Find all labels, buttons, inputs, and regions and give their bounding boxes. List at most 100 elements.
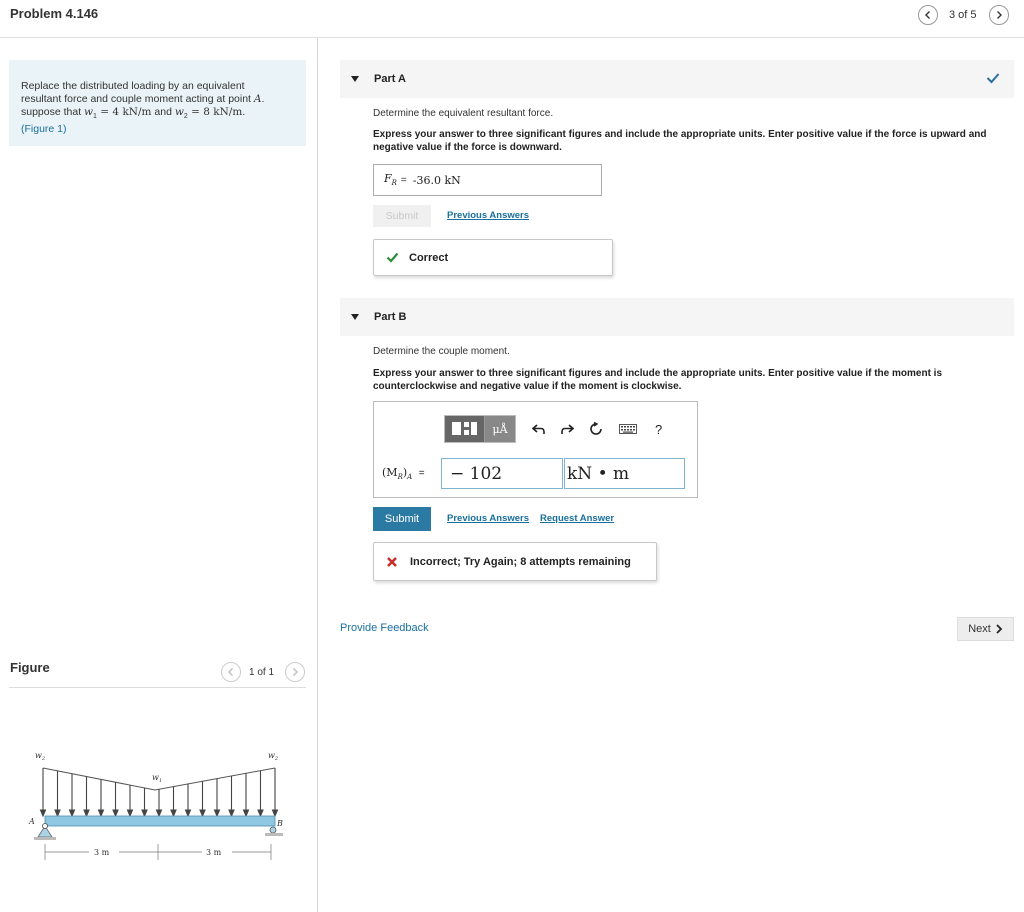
chevron-right-icon xyxy=(997,11,1002,19)
part-b-label: Part B xyxy=(374,311,407,323)
part-a-feedback: Correct xyxy=(373,239,613,276)
figure-pager: 1 of 1 xyxy=(249,667,275,678)
page-title: Problem 4.146 xyxy=(10,6,99,21)
collapse-triangle-icon xyxy=(351,76,359,82)
checkmark-icon xyxy=(986,73,1000,84)
part-a-header[interactable]: Part A xyxy=(340,60,1014,98)
next-button[interactable]: Next xyxy=(957,617,1014,641)
roller-support-b xyxy=(265,826,283,836)
w2-left-label: w2 xyxy=(35,751,45,762)
load-arrow-head xyxy=(242,809,250,818)
load-arrow-head xyxy=(170,809,177,818)
part-b-submit-button[interactable]: Submit xyxy=(373,507,431,531)
units-button[interactable]: μÅ xyxy=(485,416,515,442)
moment-units-input[interactable]: kN • m xyxy=(564,458,685,489)
moment-value-input[interactable]: − 102 xyxy=(441,458,563,489)
force-symbol: FR xyxy=(384,172,397,188)
figure-link[interactable]: (Figure 1) xyxy=(21,123,294,136)
fraction-template-icon xyxy=(451,422,477,435)
incorrect-x-icon xyxy=(387,556,397,567)
math-editor: μÅ ? (MR)A = − 102 kN • m xyxy=(373,401,698,498)
dim-left-label: 3 m xyxy=(94,848,110,857)
part-a-previous-answers-link[interactable]: Previous Answers xyxy=(447,210,529,221)
load-arrow-head xyxy=(112,809,119,818)
next-problem-button[interactable] xyxy=(989,5,1009,25)
part-a-answer-value: -36.0 kN xyxy=(412,173,461,187)
redo-icon[interactable] xyxy=(560,423,574,435)
and-text: and xyxy=(151,106,175,118)
w2-symbol: w xyxy=(174,106,184,118)
previous-problem-button[interactable] xyxy=(918,5,938,25)
problem-pager: 3 of 5 xyxy=(949,9,977,21)
part-b-header[interactable]: Part B xyxy=(340,298,1014,336)
templates-button[interactable] xyxy=(445,416,485,442)
point-a-symbol: A xyxy=(253,93,262,105)
beam xyxy=(44,815,276,827)
point-b-label: B xyxy=(276,819,283,828)
w1-value: = 4 kN/m xyxy=(96,106,152,118)
chevron-right-icon xyxy=(996,624,1003,634)
point-a-label: A xyxy=(28,817,35,826)
load-arrow-head xyxy=(126,809,134,818)
problem-line-3: suppose that w1 = 4 kN/m and w2 = 8 kN/m… xyxy=(21,106,294,123)
load-arrow-head xyxy=(54,809,61,818)
part-a-answer-box: FR = -36.0 kN xyxy=(373,164,602,196)
w2-right-label: w2 xyxy=(268,751,278,762)
part-b-feedback-text: Incorrect; Try Again; 8 attempts remaini… xyxy=(410,555,631,568)
w1-symbol: w xyxy=(84,106,94,118)
load-arrow-head xyxy=(39,809,47,818)
w2-value: = 8 kN/m xyxy=(187,106,243,118)
template-group: μÅ xyxy=(444,415,516,443)
load-arrow-head xyxy=(155,809,163,818)
help-button[interactable]: ? xyxy=(655,422,662,437)
beam-diagram: w2 w2 w1 A B 3 m 3 m xyxy=(28,751,283,860)
load-arrow-head xyxy=(83,809,90,818)
load-arrow-head xyxy=(199,809,206,818)
undo-icon[interactable] xyxy=(532,423,546,435)
reset-icon[interactable] xyxy=(589,422,603,436)
problem-statement: Replace the distributed loading by an eq… xyxy=(9,60,306,146)
load-arrow-head xyxy=(271,809,279,818)
figure-title: Figure xyxy=(10,660,50,675)
dim-right-label: 3 m xyxy=(206,848,222,857)
keyboard-icon[interactable] xyxy=(619,424,637,434)
chevron-right-icon xyxy=(293,668,298,676)
figure-prev-button[interactable] xyxy=(221,662,241,682)
part-b-instructions: Express your answer to three significant… xyxy=(373,368,943,392)
request-answer-link[interactable]: Request Answer xyxy=(540,513,614,524)
load-arrow-head xyxy=(97,809,105,818)
provide-feedback-link[interactable]: Provide Feedback xyxy=(340,622,429,634)
part-a-label: Part A xyxy=(374,73,406,85)
chevron-left-icon xyxy=(228,668,233,676)
figure-next-button[interactable] xyxy=(285,662,305,682)
next-label: Next xyxy=(968,623,991,635)
period: . xyxy=(242,106,246,118)
problem-line-3-prefix: suppose that xyxy=(21,106,85,118)
w1-mid-label: w1 xyxy=(152,773,162,784)
correct-check-icon xyxy=(386,252,399,263)
problem-line-1: Replace the distributed loading by an eq… xyxy=(21,80,245,92)
header-divider xyxy=(0,37,1024,38)
problem-line-2-text: resultant force and couple moment acting… xyxy=(21,93,254,105)
load-arrow-head xyxy=(228,809,235,818)
part-a-submit-button[interactable]: Submit xyxy=(373,205,431,227)
dimension-lines xyxy=(44,844,272,860)
load-arrow-head xyxy=(257,809,264,818)
panel-divider xyxy=(317,38,318,912)
load-arrow-head xyxy=(141,809,148,818)
chevron-left-icon xyxy=(925,11,930,19)
part-b-feedback: Incorrect; Try Again; 8 attempts remaini… xyxy=(373,542,657,581)
part-b-previous-answers-link[interactable]: Previous Answers xyxy=(447,513,529,524)
part-a-feedback-text: Correct xyxy=(409,251,449,264)
figure-divider xyxy=(9,687,306,688)
load-arrow-head xyxy=(184,809,192,818)
load-distribution xyxy=(39,767,279,818)
part-a-instructions: Express your answer to three significant… xyxy=(373,129,987,153)
load-arrow-head xyxy=(68,809,76,818)
part-a-prompt: Determine the equivalent resultant force… xyxy=(373,108,554,119)
part-b-prompt: Determine the couple moment. xyxy=(373,346,510,357)
moment-symbol-label: (MR)A = xyxy=(382,466,425,482)
problem-line-2: resultant force and couple moment acting… xyxy=(21,93,265,105)
equals-sign: = xyxy=(400,174,407,186)
math-toolbar: μÅ ? xyxy=(444,415,662,443)
